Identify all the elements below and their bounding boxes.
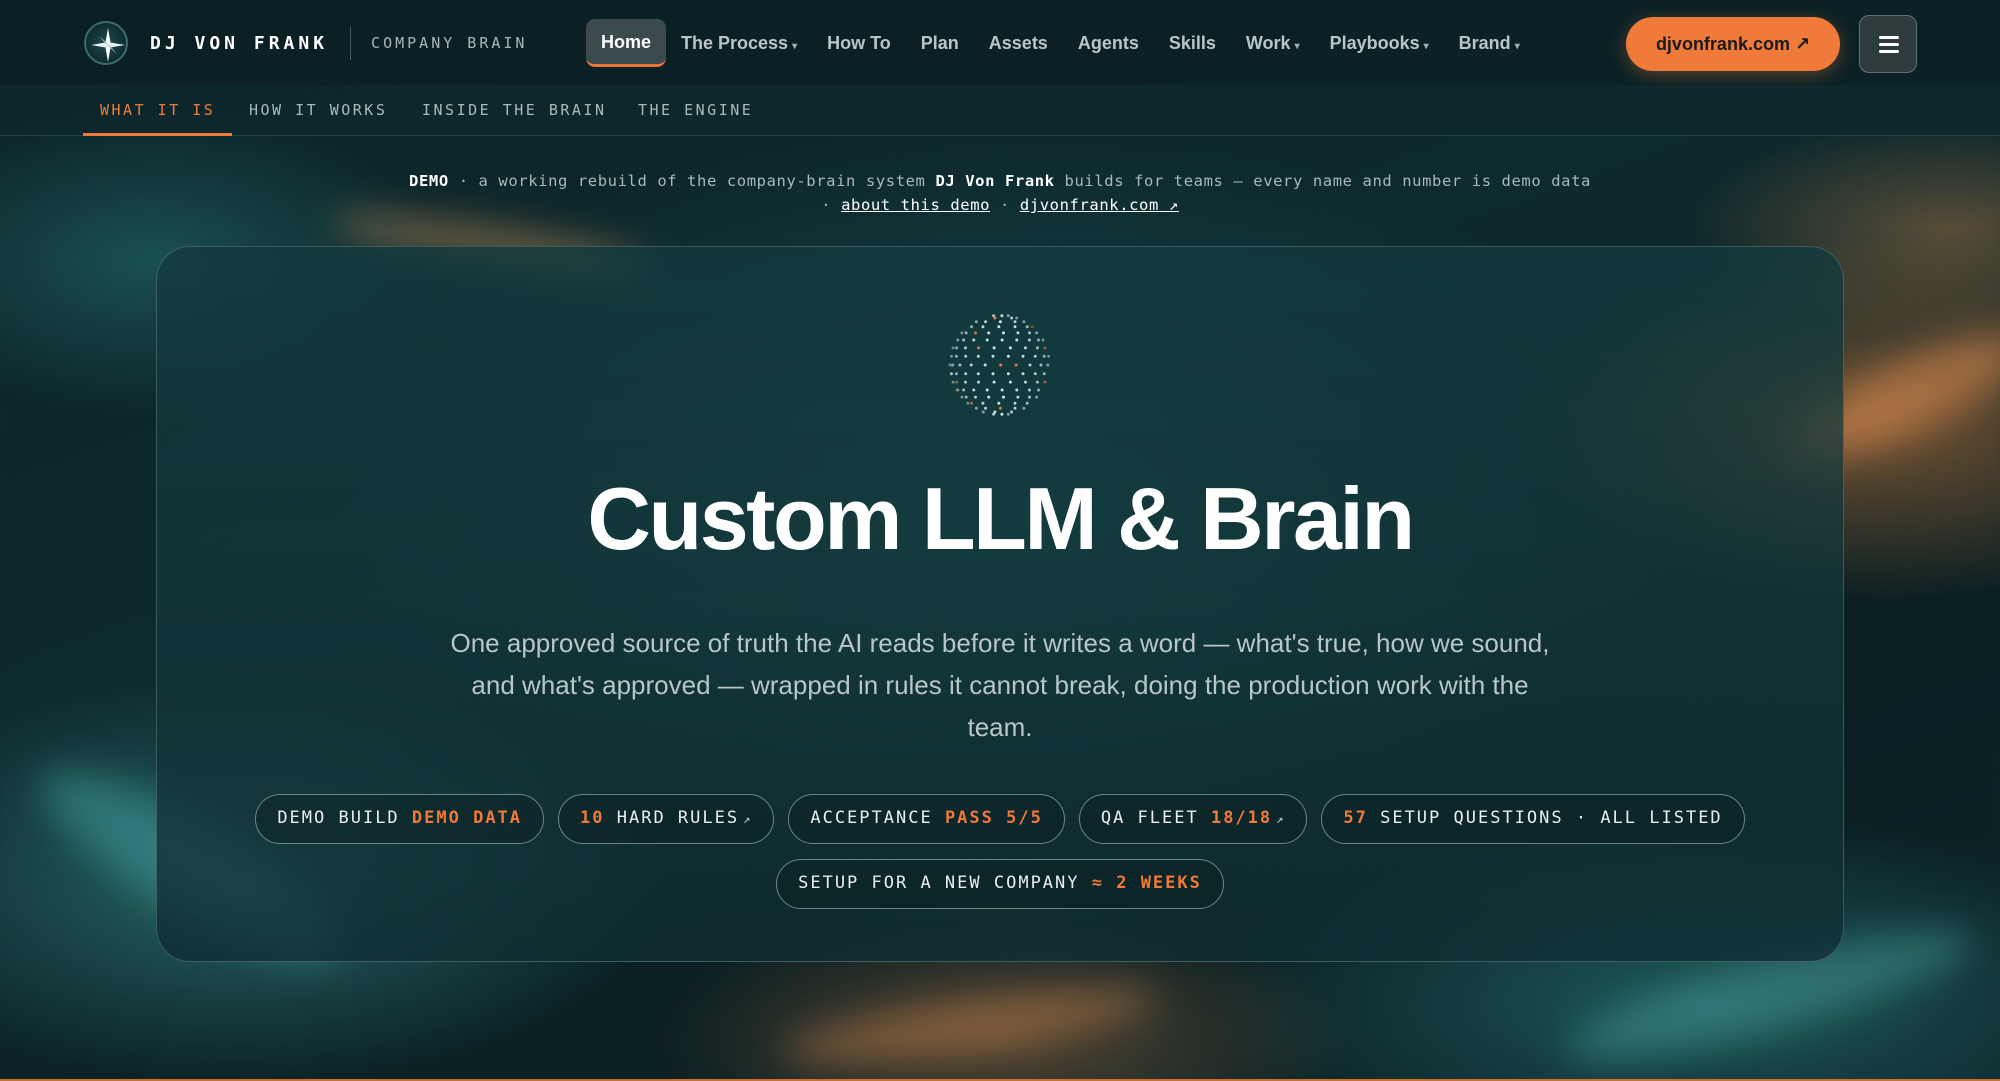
pill-demo-build: DEMO BUILD DEMO DATA: [255, 794, 545, 844]
nav-item-playbooks[interactable]: Playbooks ▾: [1315, 20, 1444, 66]
nav-item-label: Brand: [1458, 33, 1511, 53]
chevron-down-icon: ▾: [1423, 41, 1429, 52]
background-swirl: [778, 973, 1162, 1077]
pill-highlight: ≈ 2 WEEKS: [1091, 873, 1202, 893]
pill-hard-rules[interactable]: 10 HARD RULES ↗: [558, 794, 775, 844]
notice-text: builds for teams — every name and number…: [1054, 172, 1591, 190]
page-title: Custom LLM & Brain: [587, 469, 1415, 568]
nav-item-brand[interactable]: Brand ▾: [1444, 20, 1535, 66]
stat-pills: SETUP FOR A NEW COMPANY ≈ 2 WEEKS: [0, 859, 2000, 909]
nav-item-label: The Process: [681, 33, 789, 53]
pill-highlight: PASS 5/5: [944, 808, 1043, 828]
pill-highlight: 10: [580, 808, 605, 828]
nav-item-label: Agents: [1077, 33, 1139, 53]
top-navigation-bar: DJ VON FRANK COMPANY BRAIN Home The Proc…: [0, 0, 2000, 85]
main-nav: Home The Process ▾ How To Plan Assets Age…: [586, 19, 1535, 67]
chevron-down-icon: ▾: [1514, 41, 1520, 52]
site-link-button[interactable]: djvonfrank.com ↗: [1626, 17, 1840, 71]
demo-notice: DEMO · a working rebuild of the company-…: [0, 169, 2000, 217]
subnav-item-how-it-works[interactable]: HOW IT WORKS: [249, 85, 387, 136]
pill-text: SETUP FOR A NEW COMPANY: [798, 873, 1092, 893]
pill-text: SETUP QUESTIONS · ALL LISTED: [1367, 808, 1723, 828]
nav-item-home[interactable]: Home: [586, 19, 667, 67]
brand-name: DJ VON FRANK: [150, 32, 329, 54]
nav-item-assets[interactable]: Assets: [974, 20, 1063, 66]
brand-divider: [350, 26, 352, 60]
arrow-up-right-icon: ↗: [743, 812, 753, 826]
site-link[interactable]: djvonfrank.com ↗: [1020, 196, 1179, 214]
hamburger-icon: [1879, 36, 1899, 39]
notice-text: · a working rebuild of the company-brain…: [448, 172, 936, 190]
subnav-item-the-engine[interactable]: THE ENGINE: [638, 85, 753, 136]
compass-logo-icon: [84, 21, 128, 65]
pill-setup-questions: 57 SETUP QUESTIONS · ALL LISTED: [1321, 794, 1745, 844]
brand[interactable]: DJ VON FRANK COMPANY BRAIN: [84, 21, 527, 65]
pill-text: ACCEPTANCE: [810, 808, 945, 828]
nav-item-label: How To: [827, 33, 891, 53]
dotted-globe-icon: [948, 314, 1051, 416]
hero-description: One approved source of truth the AI read…: [450, 628, 1550, 742]
nav-item-how-to[interactable]: How To: [812, 20, 906, 66]
nav-item-skills[interactable]: Skills: [1154, 20, 1231, 66]
subnav-item-inside-the-brain[interactable]: INSIDE THE BRAIN: [422, 85, 607, 136]
nav-item-label: Playbooks: [1329, 33, 1420, 53]
pill-highlight: 18/18: [1210, 808, 1273, 828]
hamburger-icon: [1879, 43, 1899, 46]
pill-setup-time: SETUP FOR A NEW COMPANY ≈ 2 WEEKS: [776, 859, 1224, 909]
nav-item-plan[interactable]: Plan: [906, 20, 974, 66]
pill-highlight: 57: [1343, 808, 1368, 828]
brand-subtitle: COMPANY BRAIN: [371, 34, 528, 52]
notice-name: DJ Von Frank: [935, 172, 1055, 190]
subnav-item-what-it-is[interactable]: WHAT IT IS: [83, 85, 233, 136]
nav-item-label: Skills: [1168, 33, 1216, 53]
pill-text: QA FLEET: [1100, 808, 1211, 828]
hamburger-icon: [1879, 50, 1899, 53]
nav-item-label: Assets: [988, 33, 1048, 53]
stat-pills: DEMO BUILD DEMO DATA 10 HARD RULES ↗ ACCE…: [0, 794, 2000, 844]
chevron-down-icon: ▾: [792, 41, 798, 52]
pill-acceptance: ACCEPTANCE PASS 5/5: [788, 794, 1065, 844]
pill-text: DEMO BUILD: [277, 808, 412, 828]
menu-button[interactable]: [1859, 15, 1917, 73]
nav-item-work[interactable]: Work ▾: [1231, 20, 1315, 66]
about-demo-link[interactable]: about this demo: [841, 196, 990, 214]
nav-item-label: Work: [1245, 33, 1291, 53]
arrow-up-right-icon: ↗: [1276, 812, 1286, 826]
demo-tag: DEMO: [409, 172, 449, 190]
nav-item-agents[interactable]: Agents: [1063, 20, 1154, 66]
notice-separator: ·: [821, 196, 832, 214]
nav-item-label: Home: [601, 32, 652, 52]
section-subnav: WHAT IT IS HOW IT WORKS INSIDE THE BRAIN…: [0, 85, 2000, 136]
pill-text: HARD RULES: [604, 808, 740, 828]
nav-item-label: Plan: [920, 33, 959, 53]
chevron-down-icon: ▾: [1294, 41, 1300, 52]
nav-item-the-process[interactable]: The Process ▾: [666, 20, 812, 66]
notice-separator: ·: [1000, 196, 1010, 214]
pill-qa-fleet[interactable]: QA FLEET 18/18 ↗: [1078, 794, 1308, 844]
pill-highlight: DEMO DATA: [411, 808, 523, 828]
